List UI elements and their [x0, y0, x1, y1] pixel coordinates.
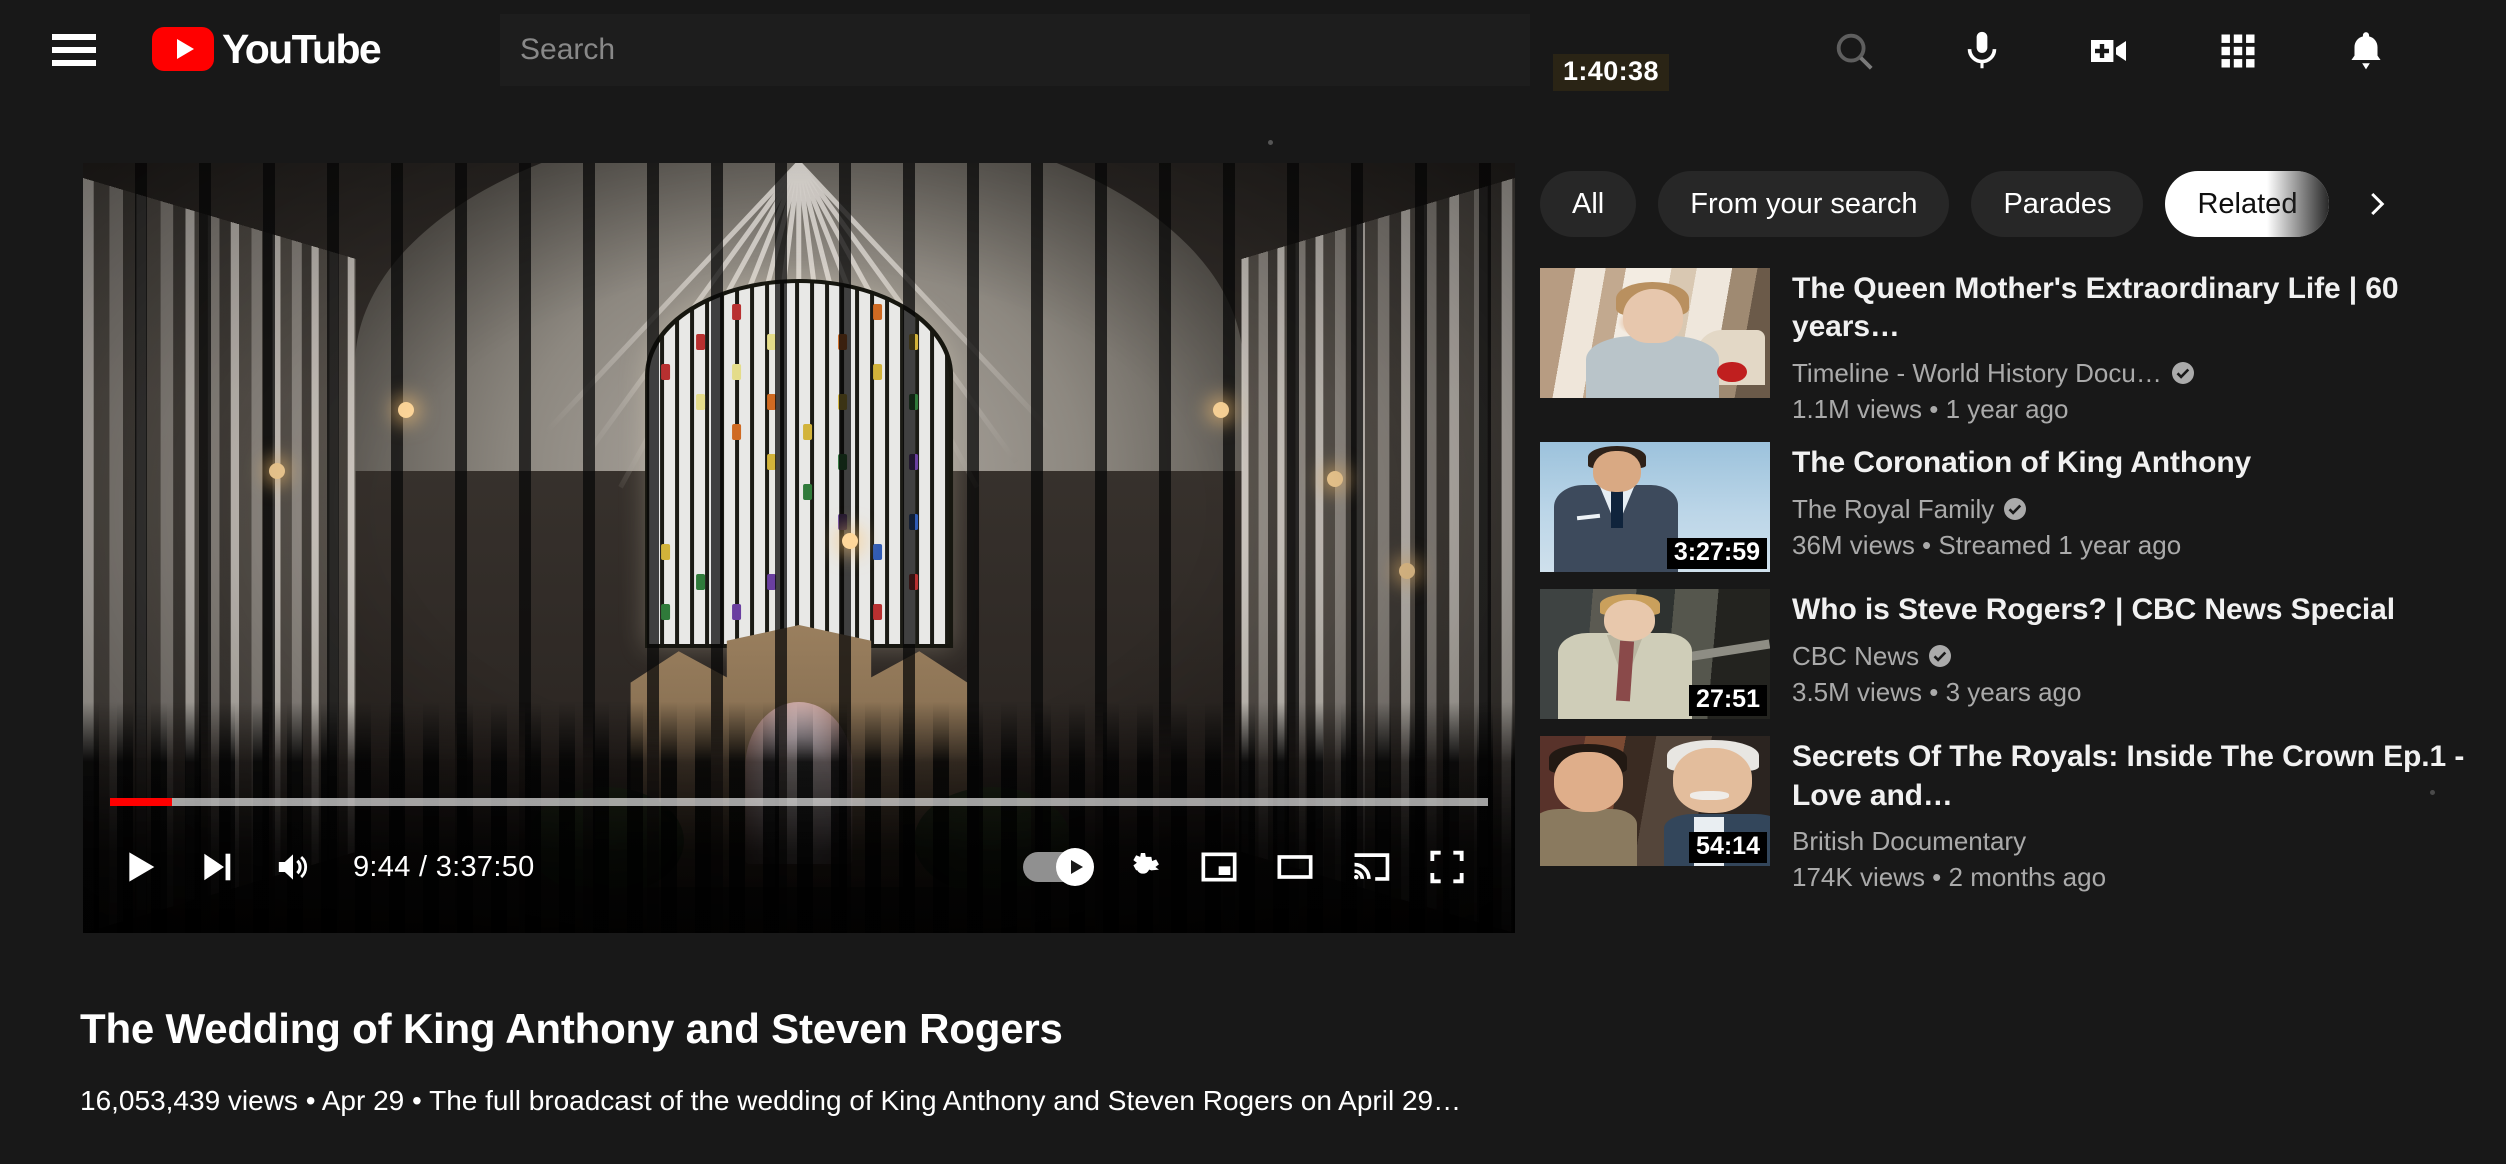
cast-icon[interactable] — [1333, 829, 1409, 905]
video-duration-badge: 27:51 — [1689, 685, 1767, 717]
progress-bar[interactable] — [110, 798, 1488, 806]
video-stats: 3.5M views • 3 years ago — [1792, 677, 2506, 708]
search-placeholder: Search — [500, 33, 615, 67]
play-button[interactable] — [103, 829, 179, 905]
video-stats: 36M views • Streamed 1 year ago — [1792, 530, 2506, 561]
video-info: Who is Steve Rogers? | CBC News Special C… — [1792, 589, 2506, 719]
youtube-watch-page: YouTube Search 1:40:38 9:44 / 3:37:50 Th… — [0, 0, 2506, 1164]
video-thumbnail[interactable]: 3:27:59 — [1540, 442, 1770, 572]
autoplay-knob — [1056, 848, 1094, 886]
video-info: Secrets Of The Royals: Inside The Crown … — [1792, 736, 2506, 893]
filter-chip-label: All — [1572, 188, 1604, 221]
video-stats: 174K views • 2 months ago — [1792, 862, 2506, 893]
time-badge: 1:40:38 — [1553, 54, 1669, 91]
youtube-logo[interactable]: YouTube — [152, 24, 380, 74]
filter-chip-related[interactable]: Related — [2165, 171, 2329, 237]
video-player[interactable]: 9:44 / 3:37:50 — [83, 163, 1515, 933]
search-input[interactable]: Search — [500, 14, 1530, 86]
next-video-button[interactable] — [179, 829, 255, 905]
theater-mode-button[interactable] — [1257, 829, 1333, 905]
channel-row: British Documentary — [1792, 826, 2506, 857]
video-thumbnail[interactable]: 27:51 — [1540, 589, 1770, 719]
youtube-wordmark: YouTube — [222, 26, 380, 73]
video-duration-badge: 3:27:59 — [1667, 538, 1767, 570]
create-video-icon[interactable] — [2046, 24, 2174, 78]
channel-row: CBC News — [1792, 641, 2506, 672]
chevron-right-icon[interactable] — [2351, 171, 2401, 237]
filter-chip-label: Parades — [2003, 188, 2111, 221]
channel-name: Timeline - World History Docu… — [1792, 358, 2162, 389]
hamburger-bar — [52, 47, 96, 53]
search-icon[interactable] — [1790, 24, 1918, 78]
related-sidebar: All From your search Parades Related The Qu… — [1540, 140, 2506, 1164]
filter-chip-label: From your search — [1690, 188, 1917, 221]
related-video-item[interactable]: 3:27:59 The Coronation of King Anthony The… — [1540, 442, 2506, 572]
masthead-icon-group — [1790, 24, 2430, 78]
hamburger-menu-icon[interactable] — [52, 34, 96, 64]
video-title: Who is Steve Rogers? | CBC News Special — [1792, 591, 2506, 629]
autoplay-toggle[interactable] — [1009, 829, 1105, 905]
filter-chip-label: Related — [2197, 188, 2297, 221]
channel-row: The Royal Family — [1792, 494, 2506, 525]
video-metadata: 16,053,439 views • Apr 29 • The full bro… — [80, 1082, 1510, 1119]
player-control-bar: 9:44 / 3:37:50 — [83, 829, 1515, 905]
progress-played — [110, 798, 172, 806]
video-info: The Queen Mother's Extraordinary Life | … — [1792, 268, 2506, 425]
video-duration-badge: 54:14 — [1689, 832, 1767, 864]
filter-chip-row: All From your search Parades Related — [1540, 162, 2401, 246]
verified-badge-icon — [2171, 361, 2195, 385]
filter-chip-all[interactable]: All — [1540, 171, 1636, 237]
channel-name: British Documentary — [1792, 826, 2026, 857]
decorative-dot — [1268, 140, 1273, 145]
channel-row: Timeline - World History Docu… — [1792, 358, 2506, 389]
masthead: YouTube Search 1:40:38 — [0, 0, 2506, 100]
channel-name: The Royal Family — [1792, 494, 1994, 525]
verified-badge-icon — [2003, 497, 2027, 521]
notifications-bell-icon[interactable] — [2302, 24, 2430, 78]
youtube-play-badge-icon — [152, 27, 214, 71]
related-video-item[interactable]: 27:51 Who is Steve Rogers? | CBC News Spe… — [1540, 589, 2506, 719]
related-video-item[interactable]: The Queen Mother's Extraordinary Life | … — [1540, 268, 2506, 425]
channel-name: CBC News — [1792, 641, 1919, 672]
time-display: 9:44 / 3:37:50 — [353, 851, 535, 884]
hamburger-bar — [52, 34, 96, 40]
video-title: The Coronation of King Anthony — [1792, 444, 2506, 482]
volume-button[interactable] — [255, 829, 331, 905]
hamburger-bar — [52, 60, 96, 66]
autoplay-track — [1023, 852, 1091, 882]
microphone-icon[interactable] — [1918, 24, 2046, 78]
related-video-list: The Queen Mother's Extraordinary Life | … — [1540, 268, 2506, 910]
video-title: The Queen Mother's Extraordinary Life | … — [1792, 270, 2506, 347]
apps-grid-icon[interactable] — [2174, 24, 2302, 78]
video-views-date: 16,053,439 views • Apr 29 • The full bro… — [80, 1085, 1461, 1116]
related-video-item[interactable]: 54:14 Secrets Of The Royals: Inside The C… — [1540, 736, 2506, 893]
video-stats: 1.1M views • 1 year ago — [1792, 394, 2506, 425]
video-thumbnail[interactable] — [1540, 268, 1770, 398]
fullscreen-button[interactable] — [1409, 829, 1485, 905]
filter-chip-from-your-search[interactable]: From your search — [1658, 171, 1949, 237]
progress-buffered — [110, 798, 1488, 806]
settings-gear-icon[interactable] — [1105, 829, 1181, 905]
filter-chip-parades[interactable]: Parades — [1971, 171, 2143, 237]
miniplayer-button[interactable] — [1181, 829, 1257, 905]
player-right-controls — [1009, 829, 1515, 905]
video-thumbnail[interactable]: 54:14 — [1540, 736, 1770, 866]
page-title: The Wedding of King Anthony and Steven R… — [80, 1005, 1500, 1053]
video-title: Secrets Of The Royals: Inside The Crown … — [1792, 738, 2506, 815]
video-info: The Coronation of King Anthony The Royal … — [1792, 442, 2506, 572]
verified-badge-icon — [1928, 644, 1952, 668]
